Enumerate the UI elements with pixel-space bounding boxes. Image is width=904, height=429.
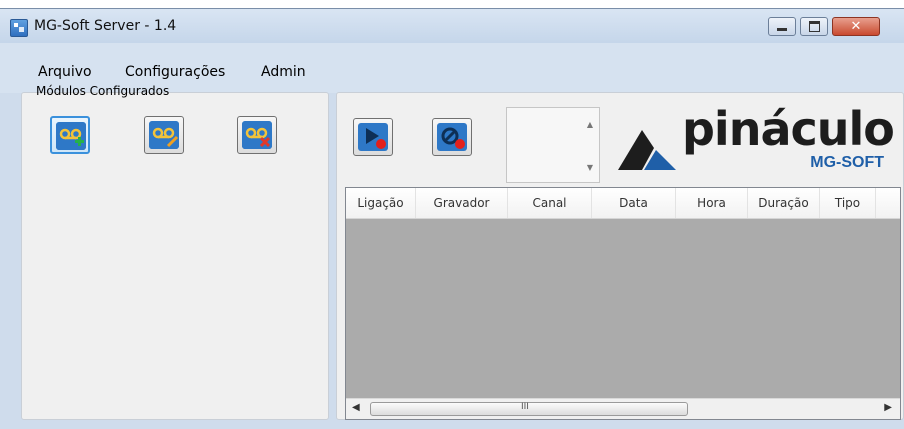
menu-arquivo[interactable]: Arquivo bbox=[38, 64, 92, 80]
close-button[interactable]: ✕ bbox=[832, 17, 880, 36]
logo-text: pináculo bbox=[682, 102, 895, 156]
add-module-button[interactable] bbox=[50, 116, 90, 154]
stop-record-button[interactable] bbox=[432, 118, 472, 156]
calls-table[interactable]: Ligação Gravador Canal Data Hora Duração… bbox=[345, 187, 901, 420]
scroll-grip: III bbox=[521, 402, 529, 412]
edit-module-button[interactable] bbox=[144, 116, 184, 154]
voicemail-edit-icon bbox=[149, 121, 179, 149]
block-record-icon bbox=[437, 123, 467, 151]
maximize-button[interactable] bbox=[800, 17, 828, 36]
spinner-up-icon[interactable]: ▲ bbox=[587, 120, 593, 129]
play-record-icon bbox=[358, 123, 388, 151]
delete-module-button[interactable] bbox=[237, 116, 277, 154]
channel-spinner[interactable]: ▲ ▼ bbox=[506, 107, 600, 183]
column-header-duracao[interactable]: Duração bbox=[748, 188, 820, 218]
voicemail-delete-icon bbox=[242, 121, 272, 149]
column-header-hora[interactable]: Hora bbox=[676, 188, 748, 218]
scroll-right-icon[interactable]: ▶ bbox=[884, 402, 892, 413]
minimize-button[interactable] bbox=[768, 17, 796, 36]
horizontal-scrollbar[interactable]: ◀ III ▶ bbox=[346, 398, 900, 419]
menu-admin[interactable]: Admin bbox=[261, 64, 306, 80]
column-header-ligacao[interactable]: Ligação bbox=[346, 188, 416, 218]
column-header-tipo[interactable]: Tipo bbox=[820, 188, 876, 218]
logo-mark-icon bbox=[618, 130, 676, 170]
title-bar[interactable]: MG-Soft Server - 1.4 ✕ bbox=[0, 9, 904, 43]
start-record-button[interactable] bbox=[353, 118, 393, 156]
scroll-thumb[interactable]: III bbox=[370, 402, 688, 416]
scroll-left-icon[interactable]: ◀ bbox=[352, 402, 360, 413]
column-header-data[interactable]: Data bbox=[592, 188, 676, 218]
table-header: Ligação Gravador Canal Data Hora Duração… bbox=[346, 188, 900, 219]
app-icon bbox=[10, 19, 28, 37]
maximize-icon bbox=[808, 21, 820, 32]
column-header-canal[interactable]: Canal bbox=[508, 188, 592, 218]
minimize-icon bbox=[777, 28, 787, 31]
spinner-down-icon[interactable]: ▼ bbox=[587, 163, 593, 172]
modules-group-label: Módulos Configurados bbox=[36, 84, 170, 98]
close-icon: ✕ bbox=[850, 19, 862, 34]
window-title: MG-Soft Server - 1.4 bbox=[34, 18, 177, 34]
logo-subtext: MG-SOFT bbox=[810, 154, 884, 171]
voicemail-add-icon bbox=[56, 122, 86, 150]
pinaculo-logo: pináculo MG-SOFT bbox=[618, 102, 898, 182]
menu-configuracoes[interactable]: Configurações bbox=[125, 64, 225, 80]
column-header-gravador[interactable]: Gravador bbox=[416, 188, 508, 218]
